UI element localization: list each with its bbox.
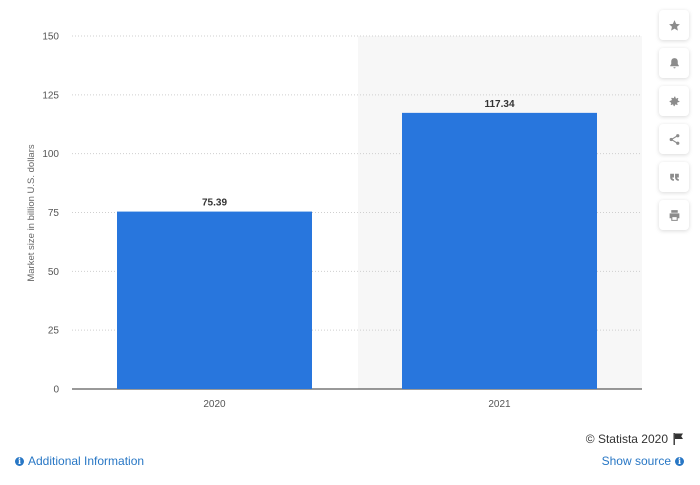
quote-icon [669,173,679,181]
y-tick-label: 75 [48,208,60,219]
bar-2020[interactable] [117,211,312,389]
y-tick-label: 125 [42,90,59,101]
show-source-link[interactable]: Show source i [602,454,684,468]
share-button[interactable] [659,124,689,154]
bars: 75.39 117.34 [117,99,597,389]
cite-button[interactable] [659,162,689,192]
x-tick-label: 2021 [488,399,511,410]
gear-icon [669,96,679,106]
print-button[interactable] [659,200,689,230]
chart: 0 25 50 75 100 125 150 75.39 117.34 2020 2021 Ma… [26,32,642,410]
copyright-notice: © Statista 2020 [586,432,684,446]
star-icon [668,19,680,31]
y-tick-label: 50 [48,267,60,278]
info-icon: i [15,456,24,466]
y-axis-ticks: 0 25 50 75 100 125 150 [42,32,59,396]
favorite-button[interactable] [659,10,689,40]
info-icon: i [675,456,684,466]
settings-button[interactable] [659,86,689,116]
share-icon [669,133,679,145]
x-axis-ticks: 2020 2021 [203,399,511,410]
additional-information-label: Additional Information [28,454,145,468]
additional-information-link[interactable]: i Additional Information [15,454,144,468]
copyright-text: © Statista 2020 [585,432,668,446]
x-tick-label: 2020 [203,399,226,410]
y-tick-label: 100 [42,149,59,160]
data-label: 117.34 [484,99,514,110]
data-label: 75.39 [202,198,227,209]
show-source-label: Show source [601,454,671,468]
print-icon [669,209,679,221]
y-axis-title: Market size in billion U.S. dollars [26,144,37,282]
y-tick-label: 0 [53,385,59,396]
y-tick-label: 25 [48,326,60,337]
notification-button[interactable] [659,48,689,78]
bell-icon [669,57,679,68]
y-tick-label: 150 [42,32,59,43]
chart-toolbar [659,10,689,238]
flag-icon[interactable] [673,433,684,445]
bar-2021[interactable] [402,112,597,389]
